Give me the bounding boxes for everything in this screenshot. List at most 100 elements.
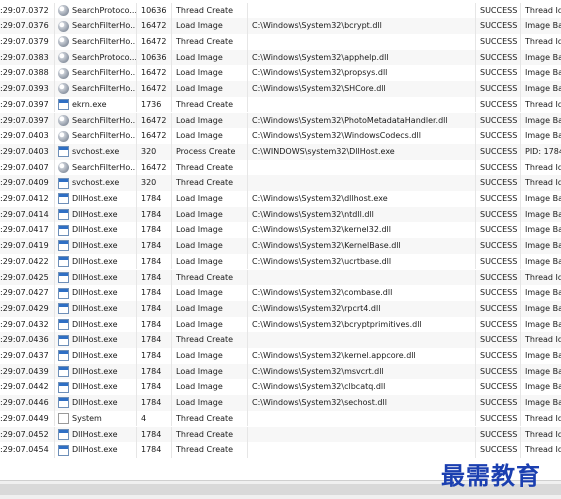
table-row[interactable]: :29:07.0409 svchost.exe 320 Thread Create SU…: [0, 175, 561, 191]
table-row[interactable]: :29:07.0419 DllHost.exe 1784 Load Image C:\W…: [0, 238, 561, 254]
path-cell: [248, 332, 476, 348]
table-row[interactable]: :29:07.0432 DllHost.exe 1784 Load Image C:\W…: [0, 316, 561, 333]
watermark-logo: 最需教育: [441, 461, 541, 490]
time-cell: :29:07.0393: [0, 81, 55, 97]
operation-cell: Load Image: [172, 18, 248, 34]
result-cell: SUCCESS: [476, 191, 521, 207]
detail-cell: Image Bas: [525, 84, 561, 94]
process-name: DllHost.exe: [72, 398, 118, 408]
app-icon: [58, 209, 69, 221]
table-row[interactable]: :29:07.0383 SearchProtoco... 10636 Load Ima…: [0, 49, 561, 66]
app-icon: [58, 350, 69, 362]
table-row[interactable]: :29:07.0439 DllHost.exe 1784 Load Image C:\W…: [0, 363, 561, 380]
result-cell: SUCCESS: [476, 410, 521, 427]
app-icon: [58, 397, 69, 409]
detail-cell: Image Bas: [525, 398, 561, 408]
path-cell: [248, 96, 476, 113]
table-row[interactable]: :29:07.0452 DllHost.exe 1784 Thread Create S…: [0, 426, 561, 443]
operation-cell: Thread Create: [172, 175, 248, 191]
result-cell: SUCCESS: [476, 316, 521, 333]
path-cell: C:\Windows\System32\msvcrt.dll: [248, 363, 476, 380]
operation-cell: Load Image: [172, 379, 248, 396]
table-row[interactable]: :29:07.0403 SearchFilterHo... 16472 Load Im…: [0, 128, 561, 144]
table-row[interactable]: :29:07.0414 DllHost.exe 1784 Load Image C:\W…: [0, 206, 561, 223]
table-row[interactable]: :29:07.0412 DllHost.exe 1784 Load Image C:\W…: [0, 191, 561, 207]
detail-cell: Image Bas: [525, 225, 561, 235]
table-row[interactable]: :29:07.0407 SearchFilterHo... 16472 Thread …: [0, 159, 561, 176]
detail-cell: Thread Id:: [525, 178, 561, 188]
time-cell: :29:07.0449: [0, 410, 55, 427]
time-cell: :29:07.0403: [0, 128, 55, 144]
result-cell: SUCCESS: [476, 348, 521, 364]
table-row[interactable]: :29:07.0446 DllHost.exe 1784 Load Image C:\W…: [0, 395, 561, 411]
table-row[interactable]: :29:07.0397 ekrn.exe 1736 Thread Create SUCC…: [0, 96, 561, 113]
process-cell: DllHost.exe: [55, 253, 137, 270]
process-cell: DllHost.exe: [55, 348, 137, 364]
table-row[interactable]: :29:07.0388 SearchFilterHo... 16472 Load Im…: [0, 65, 561, 82]
time-cell: :29:07.0454: [0, 442, 55, 458]
pid-cell: 1784: [137, 285, 172, 301]
app-icon: [58, 271, 69, 283]
table-row[interactable]: :29:07.0427 DllHost.exe 1784 Load Image C:\W…: [0, 285, 561, 301]
search-icon: [58, 114, 69, 126]
time-cell: :29:07.0427: [0, 285, 55, 301]
pid-cell: 4: [137, 410, 172, 427]
table-row[interactable]: :29:07.0425 DllHost.exe 1784 Thread Create S…: [0, 269, 561, 286]
process-cell: DllHost.exe: [55, 363, 137, 380]
detail-cell: Thread Id:: [525, 272, 561, 282]
pid-cell: 1784: [137, 191, 172, 207]
process-cell: SearchProtoco...: [55, 2, 137, 19]
time-cell: :29:07.0436: [0, 332, 55, 348]
process-name: DllHost.exe: [72, 445, 118, 455]
path-cell: C:\Windows\System32\ucrtbase.dll: [248, 253, 476, 270]
operation-cell: Load Image: [172, 206, 248, 223]
process-cell: svchost.exe: [55, 175, 137, 191]
process-name: DllHost.exe: [72, 194, 118, 203]
table-row[interactable]: :29:07.0422 DllHost.exe 1784 Load Image C:\W…: [0, 253, 561, 270]
table-row[interactable]: :29:07.0403 svchost.exe 320 Process Create C…: [0, 143, 561, 160]
process-cell: DllHost.exe: [55, 238, 137, 254]
pid-cell: 1736: [137, 96, 172, 113]
detail-cell: Thread Id:: [525, 429, 561, 439]
app-icon: [58, 256, 69, 268]
result-cell: SUCCESS: [476, 112, 521, 129]
operation-cell: Process Create: [172, 143, 248, 160]
process-cell: DllHost.exe: [55, 332, 137, 348]
app-icon: [58, 224, 69, 236]
table-row[interactable]: :29:07.0442 DllHost.exe 1784 Load Image C:\W…: [0, 379, 561, 396]
search-icon: [58, 83, 69, 95]
process-cell: DllHost.exe: [55, 442, 137, 458]
operation-cell: Load Image: [172, 238, 248, 254]
operation-cell: Load Image: [172, 253, 248, 270]
table-row[interactable]: :29:07.0449 System 4 Thread Create SUCCESS Th…: [0, 410, 561, 427]
event-list[interactable]: :29:07.0372 SearchProtoco... 10636 Thread C…: [0, 0, 561, 480]
table-row[interactable]: :29:07.0429 DllHost.exe 1784 Load Image C:\W…: [0, 300, 561, 317]
path-cell: C:\Windows\System32\dllhost.exe: [248, 191, 476, 207]
path-cell: [248, 269, 476, 286]
process-name: SearchProtoco...: [72, 52, 136, 62]
pid-cell: 16472: [137, 34, 172, 50]
search-icon: [58, 67, 69, 79]
table-row[interactable]: :29:07.0379 SearchFilterHo... 16472 Thread …: [0, 34, 561, 50]
result-cell: SUCCESS: [476, 206, 521, 223]
detail-cell: Image Bas: [525, 209, 561, 219]
table-row[interactable]: :29:07.0437 DllHost.exe 1784 Load Image C:\W…: [0, 348, 561, 364]
process-cell: SearchFilterHo...: [55, 34, 137, 50]
table-row[interactable]: :29:07.0436 DllHost.exe 1784 Thread Create S…: [0, 332, 561, 348]
time-cell: :29:07.0397: [0, 96, 55, 113]
table-row[interactable]: :29:07.0372 SearchProtoco... 10636 Thread C…: [0, 2, 561, 19]
detail-cell: Image Bas: [525, 21, 561, 31]
pid-cell: 16472: [137, 18, 172, 34]
table-row[interactable]: :29:07.0376 SearchFilterHo... 16472 Load Im…: [0, 18, 561, 34]
result-cell: SUCCESS: [476, 65, 521, 82]
process-cell: DllHost.exe: [55, 269, 137, 286]
path-cell: C:\Windows\System32\kernel.appcore.dll: [248, 348, 476, 364]
result-cell: SUCCESS: [476, 18, 521, 34]
time-cell: :29:07.0388: [0, 65, 55, 82]
table-row[interactable]: :29:07.0417 DllHost.exe 1784 Load Image C:\W…: [0, 222, 561, 239]
table-row[interactable]: :29:07.0397 SearchFilterHo... 16472 Load Im…: [0, 112, 561, 129]
table-row[interactable]: :29:07.0393 SearchFilterHo... 16472 Load Im…: [0, 81, 561, 97]
operation-cell: Load Image: [172, 222, 248, 239]
path-cell: C:\Windows\System32\propsys.dll: [248, 65, 476, 82]
pid-cell: 16472: [137, 112, 172, 129]
